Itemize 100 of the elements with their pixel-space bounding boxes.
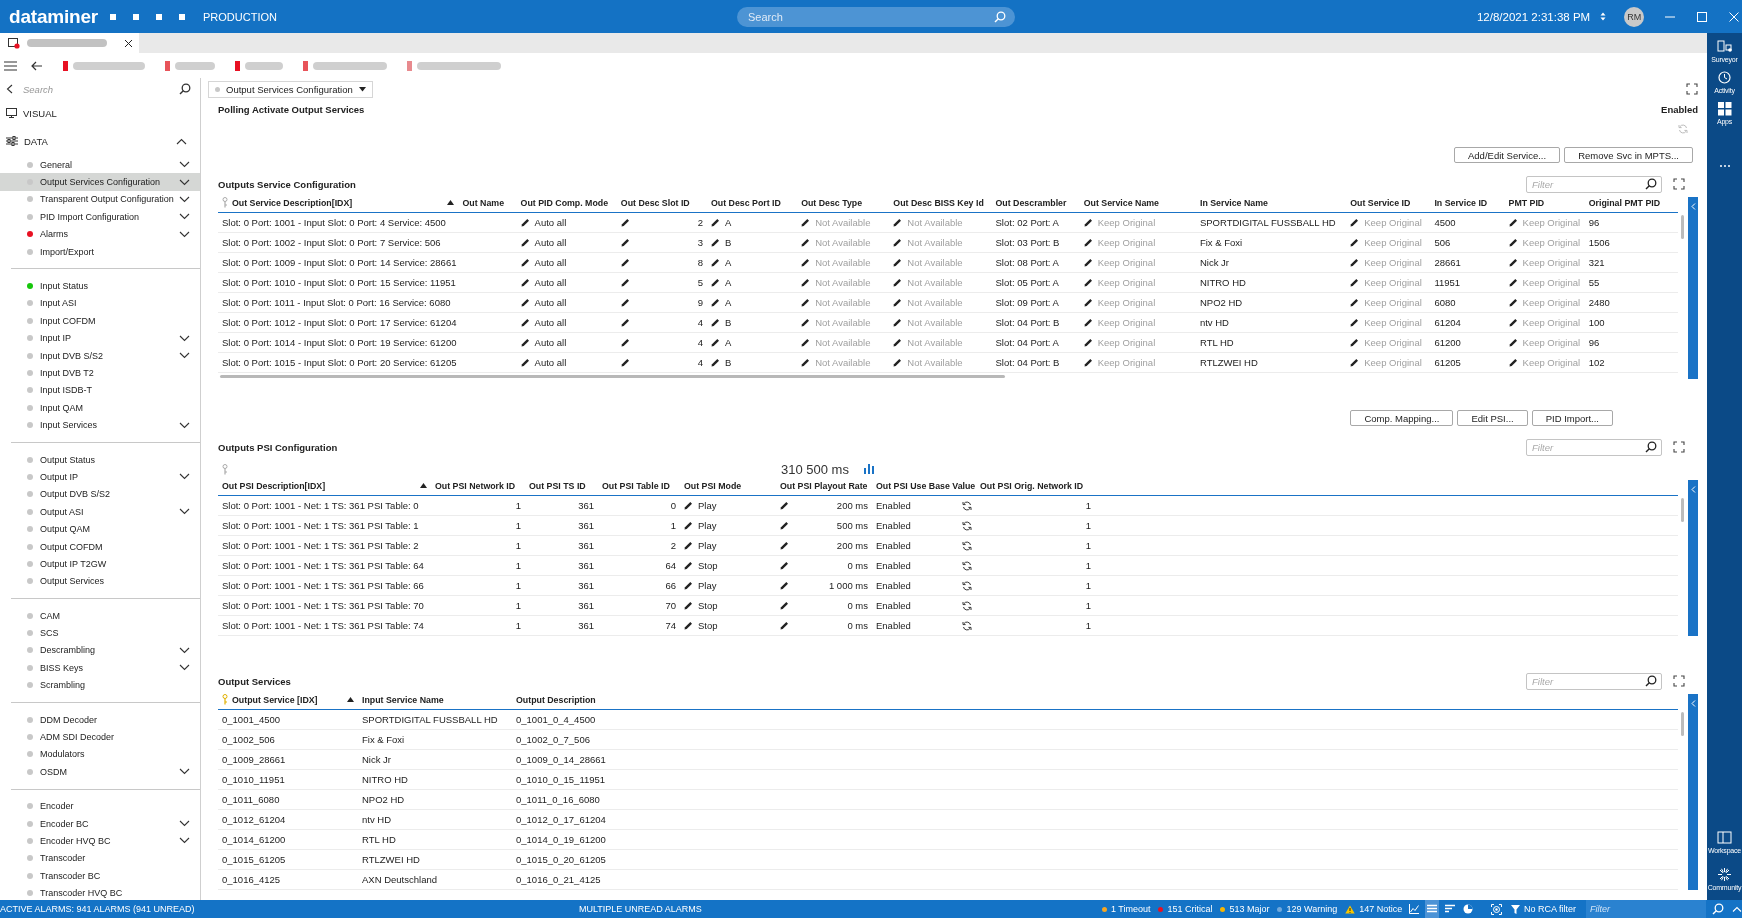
alarm-count[interactable]: 151 Critical — [1167, 904, 1213, 914]
pencil-icon[interactable] — [893, 338, 903, 347]
pencil-icon[interactable] — [1508, 238, 1518, 247]
sidebar-item[interactable]: ADM SDI Decoder — [0, 728, 200, 746]
pencil-icon[interactable] — [1350, 278, 1360, 287]
column-header[interactable]: Out PSI Orig. Network ID — [976, 476, 1095, 496]
alarm-count[interactable]: 513 Major — [1229, 904, 1270, 914]
sidebar-item[interactable]: Transcoder BC — [0, 867, 200, 885]
pencil-icon[interactable] — [684, 581, 693, 590]
pencil-icon[interactable] — [1083, 318, 1093, 327]
sidebar-item[interactable]: Input ISDB-T — [0, 381, 200, 400]
pencil-icon[interactable] — [710, 238, 720, 247]
pencil-icon[interactable] — [801, 218, 811, 227]
pencil-icon[interactable] — [620, 238, 630, 247]
fullscreen-icon[interactable] — [1686, 83, 1698, 95]
pencil-icon[interactable] — [893, 318, 903, 327]
chevron-down-icon[interactable] — [179, 508, 190, 516]
search-field[interactable]: Search — [23, 83, 179, 95]
chevron-down-icon[interactable] — [179, 230, 190, 238]
sidebar-item[interactable]: DDM Decoder — [0, 710, 200, 729]
alarm-count[interactable]: 147 Notice — [1359, 904, 1403, 914]
section-label[interactable]: DATA — [24, 135, 48, 147]
pencil-icon[interactable] — [710, 338, 720, 347]
column-header[interactable]: Out PID Comp. Mode — [516, 193, 617, 213]
sidebar-item[interactable]: Input QAM — [0, 399, 200, 417]
pencil-icon[interactable] — [780, 541, 789, 550]
sidebar-item[interactable]: Output DVB S/S2 — [0, 485, 200, 504]
column-header[interactable]: Out Descrambler — [991, 193, 1080, 213]
section-label[interactable]: VISUAL — [23, 107, 57, 119]
pencil-icon[interactable] — [1083, 218, 1093, 227]
sidebar-item[interactable]: CAM — [0, 607, 200, 625]
view-toggle[interactable] — [1425, 900, 1439, 918]
column-header[interactable]: Out Desc BISS Key Id — [889, 193, 992, 213]
pencil-icon[interactable] — [1083, 298, 1093, 307]
document-tab[interactable] — [0, 33, 139, 53]
sidebar-item[interactable]: General — [0, 156, 200, 174]
sync-icon[interactable] — [962, 540, 972, 551]
sidebar-item[interactable]: Input ASI — [0, 294, 200, 313]
pencil-icon[interactable] — [520, 258, 530, 267]
column-header[interactable]: Out PSI Description[IDX] — [218, 476, 431, 496]
pencil-icon[interactable] — [801, 338, 811, 347]
pencil-icon[interactable] — [1083, 278, 1093, 287]
element-icon[interactable] — [165, 60, 170, 71]
filter-field[interactable]: Filter — [1585, 900, 1706, 918]
pencil-icon[interactable] — [620, 298, 630, 307]
column-header[interactable]: Out PSI Use Base Value — [872, 476, 976, 496]
search-icon[interactable] — [1645, 440, 1657, 453]
sidebar-item[interactable]: Input COFDM — [0, 312, 200, 330]
column-header[interactable]: Out Service Description[IDX] — [218, 193, 459, 213]
fullscreen-icon[interactable] — [1673, 178, 1685, 190]
pencil-icon[interactable] — [520, 298, 530, 307]
filter-field[interactable]: Filter — [1526, 175, 1662, 193]
action-button[interactable]: Edit PSI... — [1457, 410, 1528, 426]
search-icon[interactable] — [1645, 177, 1657, 190]
pencil-icon[interactable] — [801, 238, 811, 247]
rca-filter-label[interactable]: No RCA filter — [1523, 904, 1576, 914]
pencil-icon[interactable] — [1350, 358, 1360, 367]
pencil-icon[interactable] — [520, 358, 530, 367]
pencil-icon[interactable] — [684, 501, 693, 510]
pencil-icon[interactable] — [1083, 358, 1093, 367]
sidebar-item[interactable]: Output QAM — [0, 520, 200, 538]
pencil-icon[interactable] — [1508, 358, 1518, 367]
pencil-icon[interactable] — [684, 561, 693, 570]
sidebar-item[interactable]: Input Status — [0, 277, 200, 295]
collapse-handle[interactable] — [1688, 197, 1698, 379]
pencil-icon[interactable] — [893, 218, 903, 227]
pencil-icon[interactable] — [520, 318, 530, 327]
column-header[interactable]: Out Service Name — [1079, 193, 1196, 213]
element-icon[interactable] — [63, 60, 68, 71]
chevron-down-icon[interactable] — [179, 820, 190, 828]
sync-icon[interactable] — [962, 560, 972, 571]
pencil-icon[interactable] — [893, 298, 903, 307]
column-header[interactable]: In Service ID — [1430, 193, 1505, 213]
square-icon[interactable] — [133, 13, 139, 20]
pencil-icon[interactable] — [801, 278, 811, 287]
sidebar-item[interactable]: Input Services — [0, 416, 200, 434]
search-icon[interactable] — [1645, 674, 1657, 687]
sidebar-item[interactable]: Output IP T2GW — [0, 555, 200, 573]
collapse-handle[interactable] — [1688, 694, 1698, 890]
pencil-icon[interactable] — [710, 358, 720, 367]
pencil-icon[interactable] — [710, 218, 720, 227]
pencil-icon[interactable] — [780, 521, 789, 530]
action-button[interactable]: Comp. Mapping... — [1350, 410, 1454, 426]
pencil-icon[interactable] — [1350, 298, 1360, 307]
sync-icon[interactable] — [962, 580, 972, 591]
search-field[interactable]: Search — [736, 6, 1015, 27]
pencil-icon[interactable] — [1508, 338, 1518, 347]
sidebar-item[interactable]: Descrambling — [0, 641, 200, 660]
sidebar-item[interactable]: Input DVB T2 — [0, 364, 200, 382]
element-icon[interactable] — [235, 60, 240, 71]
pencil-icon[interactable] — [710, 258, 720, 267]
sidebar-item[interactable]: Transparent Output Configuration — [0, 190, 200, 209]
chevron-down-icon[interactable] — [179, 646, 190, 654]
pencil-icon[interactable] — [1508, 278, 1518, 287]
pencil-icon[interactable] — [520, 218, 530, 227]
sidebar-item[interactable]: PID Import Configuration — [0, 208, 200, 226]
alarm-count[interactable]: 129 Warning — [1286, 904, 1338, 914]
sync-icon[interactable] — [962, 600, 972, 611]
sync-icon[interactable] — [962, 500, 972, 511]
scrollbar-thumb[interactable] — [1681, 712, 1684, 736]
